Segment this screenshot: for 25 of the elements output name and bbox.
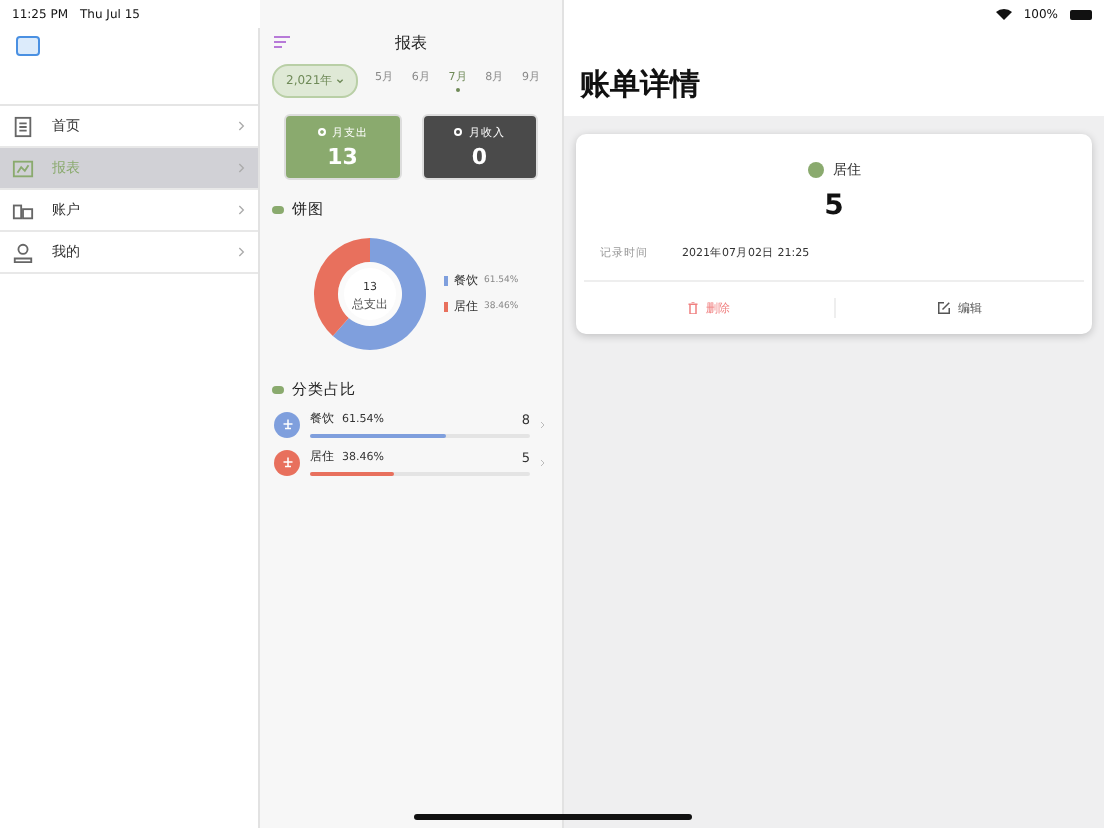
person-icon xyxy=(12,241,34,263)
wifi-icon xyxy=(995,8,1012,20)
wallet-icon xyxy=(12,199,34,221)
radio-icon xyxy=(317,128,326,136)
sidebar-toggle-icon[interactable] xyxy=(16,36,40,56)
chart-icon xyxy=(12,157,34,179)
document-icon xyxy=(12,115,34,137)
menu-icon[interactable] xyxy=(274,36,290,48)
card-value: 13 xyxy=(327,143,358,169)
chevron-icon xyxy=(238,120,246,132)
caret-icon xyxy=(336,78,345,84)
card-value: 0 xyxy=(471,143,488,169)
category-icon xyxy=(807,162,823,178)
chevron-icon xyxy=(238,162,246,174)
report-title: 报表 xyxy=(393,31,429,53)
section-marker-icon xyxy=(272,206,284,214)
bill-amount: 5 xyxy=(822,190,846,222)
chevron-icon xyxy=(238,204,246,216)
trash-icon xyxy=(687,302,698,314)
battery-icon xyxy=(1070,9,1092,19)
edit-icon xyxy=(937,302,950,314)
chevron-icon xyxy=(238,246,246,258)
detail-title: 账单详情 xyxy=(580,66,700,104)
radio-icon xyxy=(454,128,463,136)
section-marker-icon xyxy=(272,386,284,394)
